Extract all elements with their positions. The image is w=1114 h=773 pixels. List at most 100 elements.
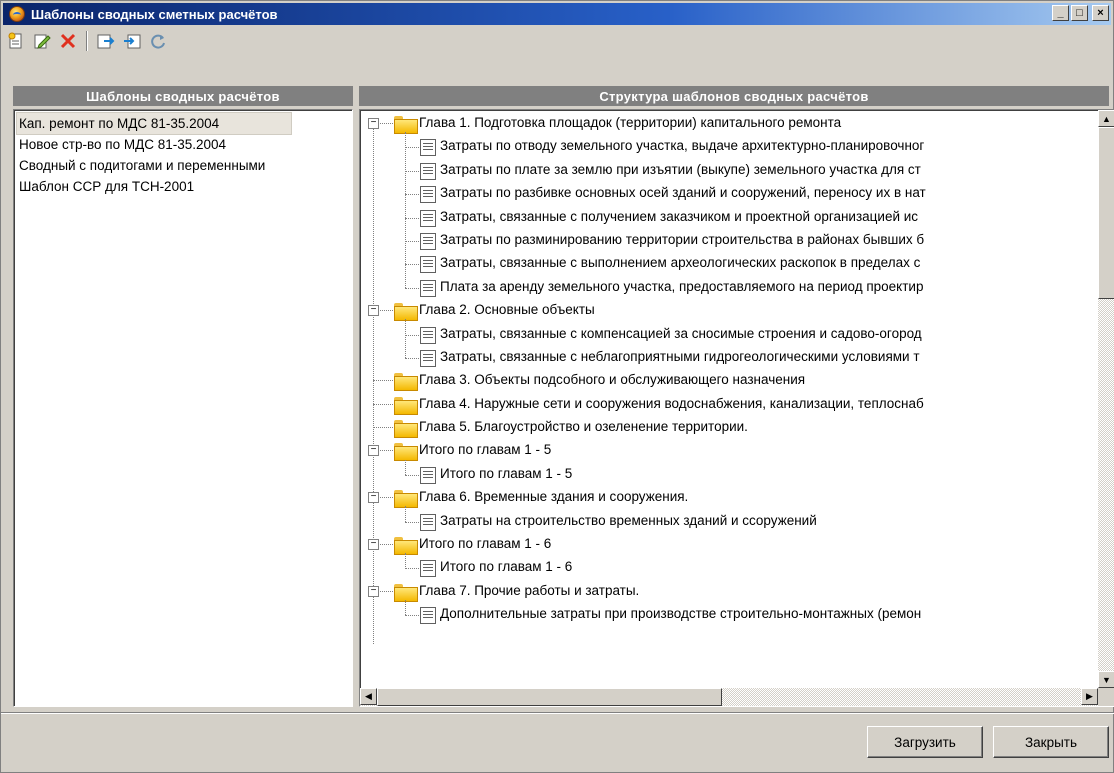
tree-item-row[interactable]: Затраты, связанные с выполнением археоло… (362, 252, 1092, 275)
title-bar[interactable]: Шаблоны сводных сметных расчётов _ □ × (3, 3, 1111, 25)
tree-item-row[interactable]: Затраты, связанные с компенсацией за сно… (362, 323, 1092, 346)
tree-item-row[interactable]: Затраты по разбивке основных осей зданий… (362, 182, 1092, 205)
tree-connector (405, 521, 419, 523)
tree-item-label: Затраты по отводу земельного участка, вы… (440, 138, 925, 154)
tree-connector (380, 123, 393, 124)
tree-expander-icon[interactable]: − (368, 118, 379, 129)
tree-item-label: Затраты по разминированию территории стр… (440, 231, 925, 247)
vertical-scrollbar[interactable]: ▲ ▼ (1098, 110, 1114, 688)
tree-folder-row[interactable]: Глава 4. Наружные сети и сооружения водо… (362, 393, 1092, 416)
document-icon (420, 513, 436, 531)
templates-list: Кап. ремонт по МДС 81-35.2004 Новое стр-в… (14, 110, 352, 200)
tree-connector (380, 544, 393, 546)
scroll-right-button[interactable]: ▶ (1081, 688, 1098, 705)
folder-icon (394, 396, 418, 415)
tree-branch-line (405, 506, 406, 522)
tree-folder-row[interactable]: − Итого по главам 1 - 5 (362, 439, 1092, 462)
tree-item-row[interactable]: Затраты, связанные с получением заказчик… (362, 206, 1092, 229)
close-button[interactable]: Закрыть (993, 726, 1109, 758)
templates-panel-header: Шаблоны сводных расчётов (13, 86, 353, 106)
tree-folder-row[interactable]: − Глава 7. Прочие работы и затраты. (362, 580, 1092, 603)
toolbar (5, 28, 169, 54)
tree-branch-line (405, 319, 406, 358)
tree-folder-row[interactable]: − Глава 1. Подготовка площадок (территори… (362, 112, 1092, 135)
window-title: Шаблоны сводных сметных расчётов (31, 6, 278, 22)
tree-item-label: Затраты, связанные с неблагоприятными ги… (440, 348, 920, 364)
tree-expander-icon[interactable]: − (368, 539, 379, 551)
tree-connector (380, 450, 393, 452)
document-icon (420, 560, 436, 578)
document-icon (420, 466, 436, 484)
template-list-item[interactable]: Новое стр-во по МДС 81-35.2004 (17, 134, 349, 155)
folder-icon (394, 420, 418, 439)
minimize-button[interactable]: _ (1052, 5, 1069, 21)
tree-folder-row[interactable]: − Итого по главам 1 - 6 (362, 533, 1092, 556)
import-icon[interactable] (121, 30, 143, 52)
tree-folder-row[interactable]: Глава 5. Благоустройство и озеленение те… (362, 416, 1092, 439)
document-icon (420, 349, 436, 367)
tree-item-row[interactable]: Плата за аренду земельного участка, пред… (362, 276, 1092, 299)
templates-list-box[interactable]: Кап. ремонт по МДС 81-35.2004 Новое стр-в… (13, 109, 353, 707)
tree-folder-row[interactable]: Глава 3. Объекты подсобного и обслуживаю… (362, 369, 1092, 392)
tree-connector (405, 147, 419, 149)
folder-icon (394, 443, 418, 462)
tree-item-label: Затраты на строительство временных здани… (440, 512, 817, 528)
scroll-left-button[interactable]: ◀ (360, 688, 377, 705)
tree-folder-label: Итого по главам 1 - 6 (419, 536, 552, 552)
tree-item-row[interactable]: Затраты по разминированию территории стр… (362, 229, 1092, 252)
template-list-item[interactable]: Сводный с подитогами и переменными (17, 155, 349, 176)
document-icon (420, 279, 436, 297)
document-icon (420, 256, 436, 274)
template-list-item[interactable]: Кап. ремонт по МДС 81-35.2004 (16, 112, 292, 135)
tree-item-row[interactable]: Итого по главам 1 - 6 (362, 556, 1092, 579)
tree-expander-icon[interactable]: − (368, 305, 379, 317)
tree-folder-label: Глава 5. Благоустройство и озеленение те… (419, 419, 748, 435)
tree-item-row[interactable]: Итого по главам 1 - 5 (362, 463, 1092, 486)
horizontal-scroll-thumb[interactable] (377, 688, 722, 706)
tree-expander-icon[interactable]: − (368, 492, 379, 504)
load-button[interactable]: Загрузить (867, 726, 983, 758)
tree-folder-label: Глава 4. Наружные сети и сооружения водо… (419, 395, 924, 411)
tree-connector (380, 590, 393, 592)
folder-icon (394, 490, 418, 509)
export-icon[interactable] (95, 30, 117, 52)
tree-item-row[interactable]: Затраты по плате за землю при изъятии (в… (362, 159, 1092, 182)
tree-connector (405, 568, 419, 570)
delete-template-icon[interactable] (57, 30, 79, 52)
window-controls: _ □ × (1052, 5, 1109, 21)
document-icon (420, 139, 436, 157)
tree-expander-icon[interactable]: − (368, 445, 379, 457)
app-window: Шаблоны сводных сметных расчётов _ □ × Ш… (0, 0, 1114, 773)
close-window-button[interactable]: × (1092, 5, 1109, 21)
scroll-down-button[interactable]: ▼ (1098, 671, 1114, 688)
tree-folder-row[interactable]: − Глава 2. Основные объекты (362, 299, 1092, 322)
tree-folder-row[interactable]: − Глава 6. Временные здания и сооружения. (362, 486, 1092, 509)
tree-connector (405, 474, 419, 476)
refresh-icon[interactable] (147, 30, 169, 52)
structure-panel-header: Структура шаблонов сводных расчётов (359, 86, 1109, 106)
bottom-divider (1, 712, 1114, 714)
vertical-scroll-thumb[interactable] (1098, 127, 1114, 299)
tree-connector (405, 240, 419, 242)
tree-item-row[interactable]: Затраты на строительство временных здани… (362, 510, 1092, 533)
tree-item-row[interactable]: Затраты по отводу земельного участка, вы… (362, 135, 1092, 158)
tree-folder-label: Глава 1. Подготовка площадок (территории… (419, 115, 842, 130)
tree-expander-icon[interactable]: − (368, 585, 379, 597)
tree-item-row[interactable]: Дополнительные затраты при производстве … (362, 603, 1092, 626)
document-icon (420, 209, 436, 227)
horizontal-scrollbar[interactable]: ◀ ▶ (360, 688, 1098, 706)
new-template-icon[interactable] (5, 30, 27, 52)
tree-item-label: Итого по главам 1 - 6 (440, 559, 573, 575)
edit-template-icon[interactable] (31, 30, 53, 52)
structure-tree: − Глава 1. Подготовка площадок (территори… (362, 112, 1092, 688)
tree-connector (405, 334, 419, 336)
tree-item-label: Затраты, связанные с получением заказчик… (440, 208, 919, 224)
tree-connector (373, 380, 393, 382)
structure-tree-box[interactable]: − Глава 1. Подготовка площадок (территори… (359, 109, 1114, 707)
maximize-button[interactable]: □ (1071, 5, 1088, 21)
template-list-item[interactable]: Шаблон ССР для ТСН-2001 (17, 176, 349, 197)
tree-connector (405, 357, 419, 359)
scroll-up-button[interactable]: ▲ (1098, 110, 1114, 127)
tree-item-row[interactable]: Затраты, связанные с неблагоприятными ги… (362, 346, 1092, 369)
tree-item-label: Итого по главам 1 - 5 (440, 465, 573, 481)
